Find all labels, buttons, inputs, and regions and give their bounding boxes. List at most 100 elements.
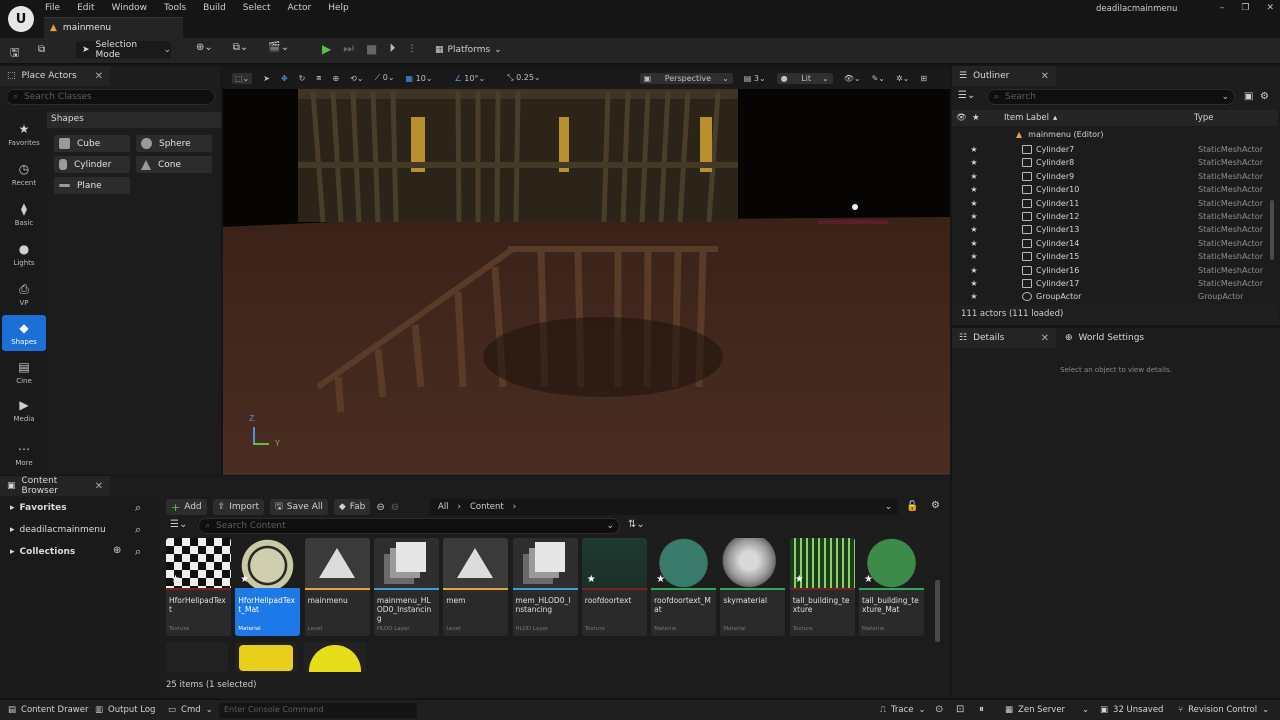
close-icon[interactable]: ✕ [95, 71, 103, 82]
zen-server-dropdown[interactable]: ▦ Zen Server ⌄ [1005, 705, 1089, 715]
add-button[interactable]: + Add [166, 499, 207, 515]
content-browser-tab[interactable]: ▣ Content Browser ✕ [0, 476, 110, 496]
cmd-dropdown[interactable]: ▭ Cmd ⌄ [168, 705, 213, 715]
light-actor-icon[interactable] [852, 204, 858, 210]
category-recent[interactable]: ◷ Recent [2, 162, 46, 187]
selection-mode-button[interactable]: ➤ Selection Mode ⌄ [76, 40, 171, 60]
asset-tile[interactable]: mem Level [443, 538, 509, 636]
asset-tile[interactable]: ★ roofdoortext_Mat Material [651, 538, 717, 636]
category-favorites[interactable]: ★ Favorites [2, 122, 46, 147]
asset-tile[interactable] [304, 642, 366, 672]
outliner-row[interactable]: ★ Cylinder8 StaticMeshActor [952, 156, 1278, 169]
back-icon[interactable]: ⊖ [376, 502, 384, 513]
asset-tile[interactable]: ★ HforHelipadText Texture [166, 538, 231, 636]
menu-window[interactable]: Window [112, 3, 148, 13]
launch-icon[interactable]: ⏵ [389, 41, 395, 56]
add-actor-icon[interactable]: ⊕⌄ [196, 42, 213, 53]
save-icon[interactable]: 🖫 [10, 44, 19, 63]
category-more[interactable]: ⋯ More [2, 442, 46, 467]
snapshot-icon[interactable]: ⊡ [956, 704, 964, 715]
trace-dropdown[interactable]: ⎍ Trace ⌄ [880, 705, 926, 715]
world-settings-tab[interactable]: ⊕ World Settings [1058, 328, 1168, 348]
show-icon[interactable]: 👁⌄ [844, 74, 861, 83]
outliner-row[interactable]: ★ Cylinder10 StaticMeshActor [952, 183, 1278, 196]
star-icon[interactable]: ★ [952, 225, 986, 234]
unreal-logo-icon[interactable]: U [8, 6, 34, 32]
world-icon[interactable]: ⊕ [332, 74, 339, 83]
star-icon[interactable]: ★ [952, 199, 986, 208]
outliner-row[interactable]: ★ Cylinder11 StaticMeshActor [952, 197, 1278, 210]
star-icon[interactable]: ★ [972, 113, 1004, 123]
star-icon[interactable]: ★ [952, 266, 986, 275]
asset-tile[interactable]: ★ tall_building_texture_Mat Material [859, 538, 924, 636]
pause-icon[interactable]: ⏸ [979, 704, 984, 715]
menu-actor[interactable]: Actor [288, 3, 312, 13]
star-icon[interactable]: ★ [952, 172, 986, 181]
shape-plane[interactable]: Plane [54, 177, 130, 194]
col-item-label[interactable]: Item Label [1004, 113, 1049, 123]
category-lights[interactable]: ● Lights [2, 242, 46, 267]
col-type[interactable]: Type [1194, 113, 1214, 123]
level-tab[interactable]: ▲ mainmenu [44, 17, 183, 38]
collections-section[interactable]: ▸ Collections [10, 547, 75, 557]
camera-speed-button[interactable]: ▤ 3⌄ [744, 74, 766, 83]
layout-icon[interactable]: ⊞ [920, 74, 927, 83]
asset-tile[interactable] [166, 642, 228, 672]
asset-tile[interactable]: skymaterial Material [720, 538, 786, 636]
content-icon[interactable]: ⧉ [38, 44, 45, 55]
asset-tile[interactable] [235, 642, 297, 672]
lock-icon[interactable]: 🔓 [906, 501, 918, 512]
angle-icon[interactable]: ⟋ 0⌄ [375, 73, 395, 83]
menu-help[interactable]: Help [328, 3, 349, 13]
star-icon[interactable]: ★ [952, 239, 986, 248]
outliner-row[interactable]: ★ Cylinder15 StaticMeshActor [952, 250, 1278, 263]
revision-control-button[interactable]: ⑂ Revision Control ⌄ [1178, 705, 1269, 715]
transform-tools-icon[interactable]: ⬚⌄ [232, 72, 253, 84]
folder-add-icon[interactable]: ▣ [1244, 91, 1253, 102]
content-drawer-button[interactable]: ▤ Content Drawer [8, 705, 88, 715]
crumb-all[interactable]: All [438, 502, 449, 512]
outliner-root[interactable]: ▲ mainmenu (Editor) [952, 128, 1278, 141]
favorites-section[interactable]: ▸ Favorites [10, 503, 67, 513]
asset-tile[interactable]: ★ roofdoortext Texture [581, 538, 647, 636]
category-vp[interactable]: ⎙ VP [2, 282, 46, 307]
translate-icon[interactable]: ✥ [281, 74, 288, 83]
grid-snap-icon[interactable]: ▦ 10⌄ [406, 74, 444, 83]
stop-icon[interactable]: ■ [366, 42, 377, 56]
outliner-row[interactable]: ★ Cylinder7 StaticMeshActor [952, 143, 1278, 156]
perspective-button[interactable]: ▣ Perspective ⌄ [639, 72, 733, 84]
surface-snap-icon[interactable]: ⟲⌄ [350, 74, 363, 83]
star-icon[interactable]: ★ [952, 145, 986, 154]
close-icon[interactable]: ✕ [1041, 333, 1049, 344]
scale-icon[interactable]: ⧈ [316, 73, 321, 83]
category-basic[interactable]: ⧫ Basic [2, 202, 46, 227]
search-icon[interactable]: ⌕ [135, 545, 141, 559]
close-window-icon[interactable]: ✕ [1266, 3, 1274, 13]
blueprint-icon[interactable]: ⧉⌄ [233, 42, 249, 53]
platforms-button[interactable]: ▦ Platforms ⌄ [430, 41, 507, 59]
filter-icon[interactable]: ☰⌄ [170, 519, 187, 530]
menu-file[interactable]: File [45, 3, 60, 13]
add-collection-icon[interactable]: ⊕ [113, 545, 121, 556]
menu-edit[interactable]: Edit [77, 3, 94, 13]
search-classes-input[interactable]: ⌕ Search Classes [6, 89, 215, 105]
settings-icon[interactable]: ✲⌄ [896, 74, 909, 83]
close-icon[interactable]: ✕ [95, 481, 103, 492]
outliner-row[interactable]: ★ GroupActor GroupActor [952, 290, 1278, 303]
shape-cylinder[interactable]: Cylinder [54, 156, 130, 173]
outliner-row[interactable]: ★ Cylinder12 StaticMeshActor [952, 210, 1278, 223]
outliner-row[interactable]: ★ Cylinder17 StaticMeshActor [952, 277, 1278, 290]
outliner-row[interactable]: ★ Cylinder14 StaticMeshActor [952, 237, 1278, 250]
category-shapes[interactable]: ◆ Shapes [2, 315, 46, 351]
cinematics-icon[interactable]: 🎬⌄ [268, 42, 289, 53]
asset-tile[interactable]: mem_HLOD0_Instancing HLOD Layer [512, 538, 578, 636]
scale-snap-icon[interactable]: ⤡ 0.25⌄ [507, 73, 540, 83]
search-icon[interactable]: ⌕ [135, 501, 141, 515]
category-cine[interactable]: ▤ Cine [2, 360, 46, 385]
menu-build[interactable]: Build [203, 3, 226, 13]
menu-select[interactable]: Select [243, 3, 271, 13]
outliner-row[interactable]: ★ Cylinder13 StaticMeshActor [952, 223, 1278, 236]
chevron-down-icon[interactable]: ⌄ [885, 502, 892, 512]
maximize-icon[interactable]: ❐ [1241, 3, 1249, 13]
rotation-snap-icon[interactable]: ∠ 10°⌄ [455, 74, 497, 83]
